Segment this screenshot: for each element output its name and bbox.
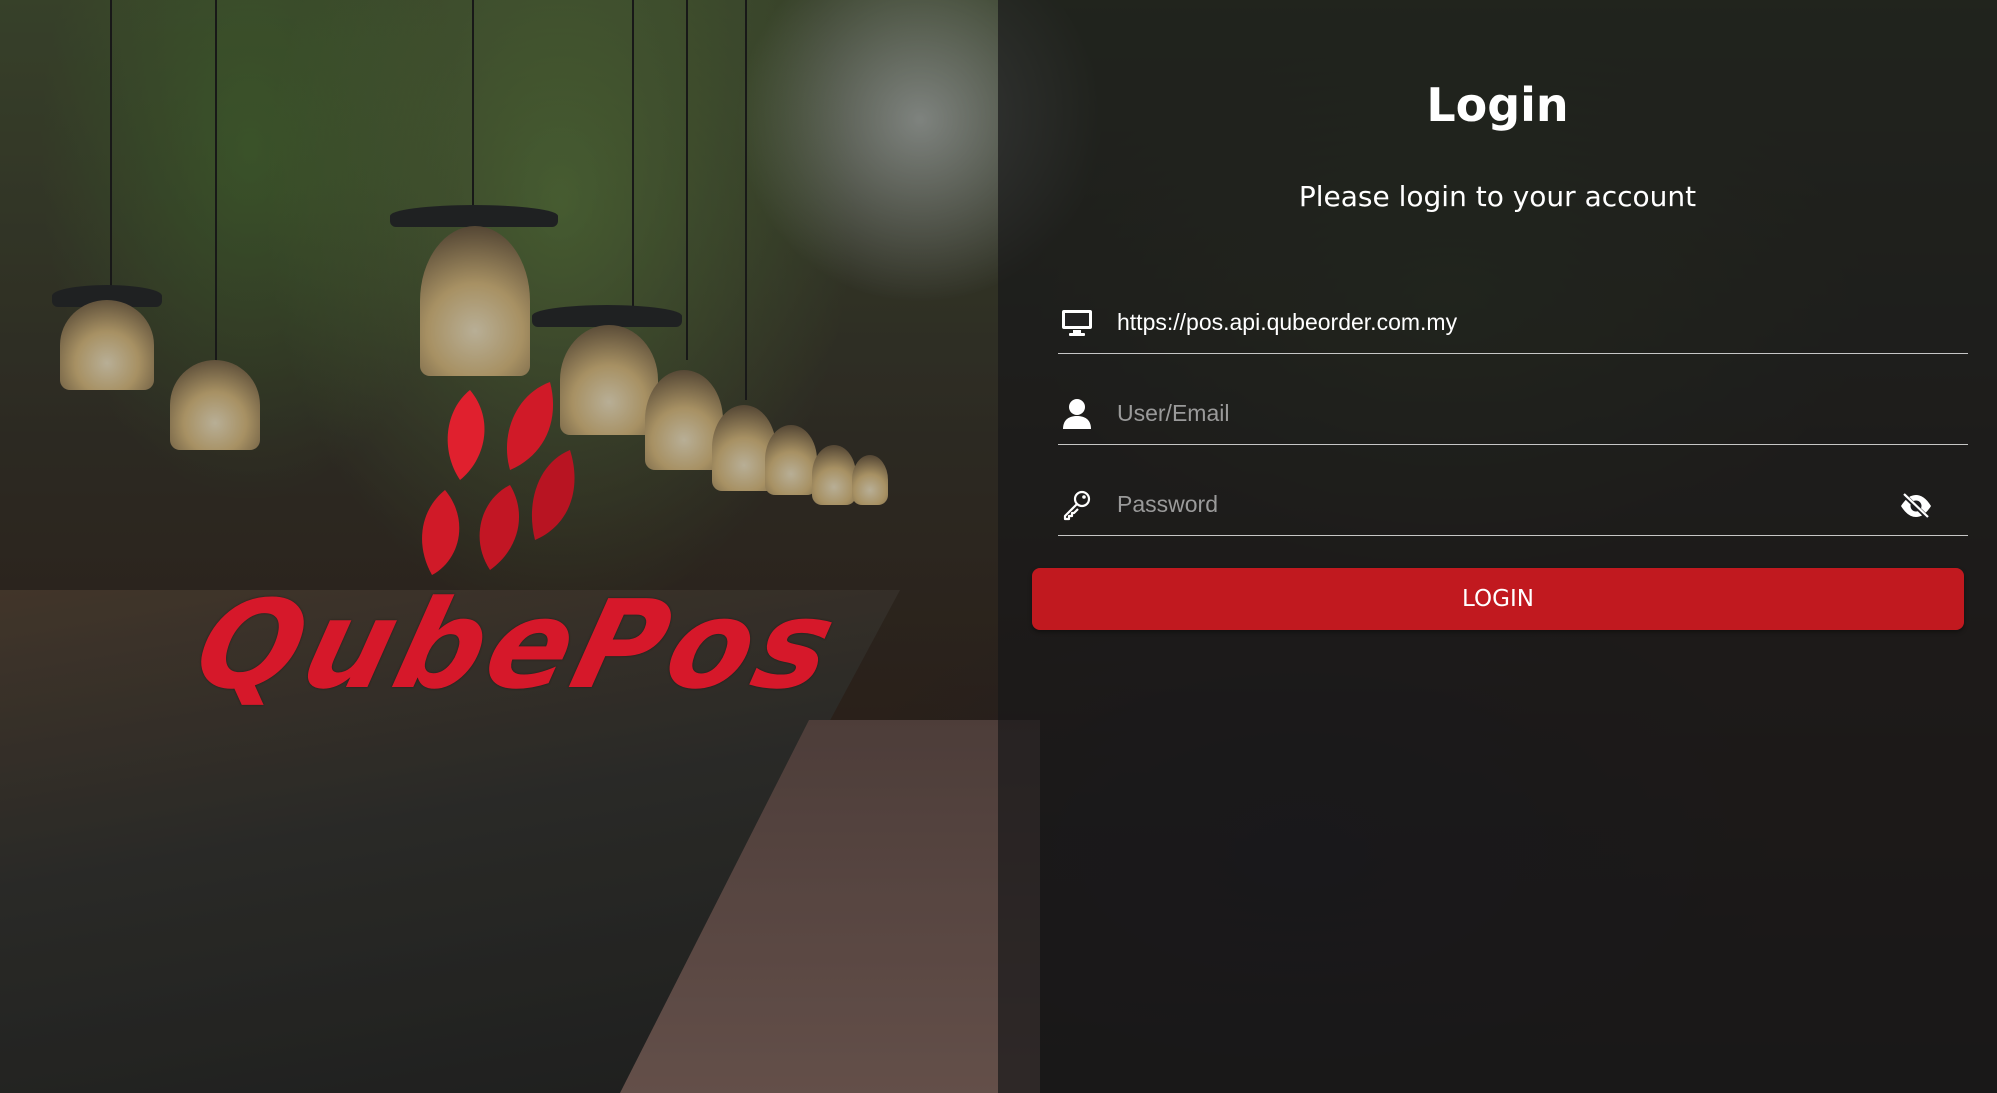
user-email-input[interactable] bbox=[1117, 400, 1968, 427]
page-subtitle: Please login to your account bbox=[1298, 180, 1697, 213]
server-url-value: https://pos.api.qubeorder.com.my bbox=[1117, 309, 1458, 335]
monitor-icon bbox=[1060, 306, 1094, 340]
login-button[interactable]: LOGIN bbox=[1032, 568, 1964, 630]
user-icon bbox=[1060, 397, 1094, 431]
password-field[interactable] bbox=[1058, 474, 1968, 536]
server-url-field[interactable]: https://pos.api.qubeorder.com.my bbox=[1058, 292, 1968, 354]
page-title: Login bbox=[1426, 78, 1569, 132]
key-icon bbox=[1060, 488, 1094, 522]
qubepos-logo: QubePos bbox=[182, 370, 852, 716]
logo-text: QubePos bbox=[182, 574, 853, 716]
login-panel bbox=[998, 0, 1997, 1093]
leaf-emblem-icon bbox=[422, 382, 575, 575]
password-input[interactable] bbox=[1117, 491, 1968, 518]
eye-off-icon[interactable] bbox=[1898, 488, 1934, 524]
user-email-field[interactable] bbox=[1058, 383, 1968, 445]
